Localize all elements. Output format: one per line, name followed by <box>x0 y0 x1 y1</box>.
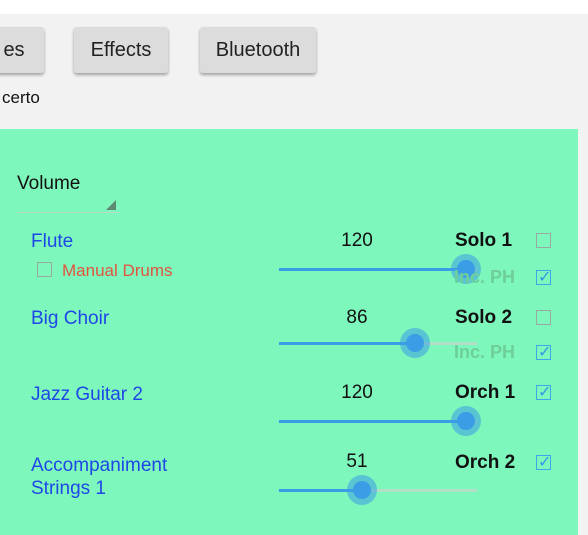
slider-thumb[interactable] <box>347 475 377 505</box>
role-label: Orch 1 <box>455 382 516 403</box>
slider-fill <box>279 342 415 345</box>
check-icon: ✓ <box>538 344 552 361</box>
slider-thumb[interactable] <box>400 328 430 358</box>
solo2-checkbox[interactable] <box>536 310 551 325</box>
tab-label: Bluetooth <box>215 38 301 61</box>
instrument-name[interactable]: Jazz Guitar 2 <box>31 383 143 406</box>
volume-slider[interactable] <box>279 328 477 358</box>
slider-thumb[interactable] <box>451 406 481 436</box>
volume-dropdown[interactable]: Volume <box>17 173 80 195</box>
solo1-checkbox[interactable] <box>536 233 551 248</box>
slider-fill <box>279 420 466 423</box>
dropdown-triangle-icon <box>106 200 116 210</box>
volume-value: 86 <box>346 307 368 328</box>
volume-value: 51 <box>346 451 368 472</box>
incph-label: Inc. PH <box>454 342 516 362</box>
instrument-name[interactable]: Big Choir <box>31 307 109 330</box>
orch2-checkbox[interactable]: ✓ <box>536 454 552 471</box>
tab-bluetooth[interactable]: Bluetooth <box>200 27 316 73</box>
tab-label: es <box>3 38 25 61</box>
volume-value: 120 <box>341 382 373 403</box>
role-label: Solo 1 <box>455 230 513 251</box>
incph-checkbox[interactable]: ✓ <box>536 344 552 361</box>
role-label: Orch 2 <box>455 452 516 473</box>
check-icon: ✓ <box>538 269 552 286</box>
tab-voices-partial[interactable]: es <box>0 27 44 73</box>
instrument-name[interactable]: Flute <box>31 230 73 253</box>
slider-fill <box>279 268 466 271</box>
volume-slider[interactable] <box>279 254 481 284</box>
check-icon: ✓ <box>538 454 552 471</box>
tab-label: Effects <box>90 38 152 61</box>
manual-drums-checkbox[interactable] <box>37 262 52 277</box>
incph-checkbox[interactable]: ✓ <box>536 269 552 286</box>
tab-effects[interactable]: Effects <box>74 27 168 73</box>
check-icon: ✓ <box>538 384 552 401</box>
volume-value: 120 <box>341 230 373 251</box>
volume-slider[interactable] <box>279 406 481 436</box>
volume-slider[interactable] <box>279 475 477 505</box>
incph-label: Inc. PH <box>454 267 516 287</box>
instrument-name[interactable]: Accompaniment Strings 1 <box>31 454 167 500</box>
dropdown-underline <box>17 212 119 213</box>
role-label: Solo 2 <box>455 307 513 328</box>
orch1-checkbox[interactable]: ✓ <box>536 384 552 401</box>
manual-drums-label: Manual Drums <box>62 261 173 280</box>
preset-name: certo <box>2 88 40 107</box>
top-bar <box>0 0 588 14</box>
